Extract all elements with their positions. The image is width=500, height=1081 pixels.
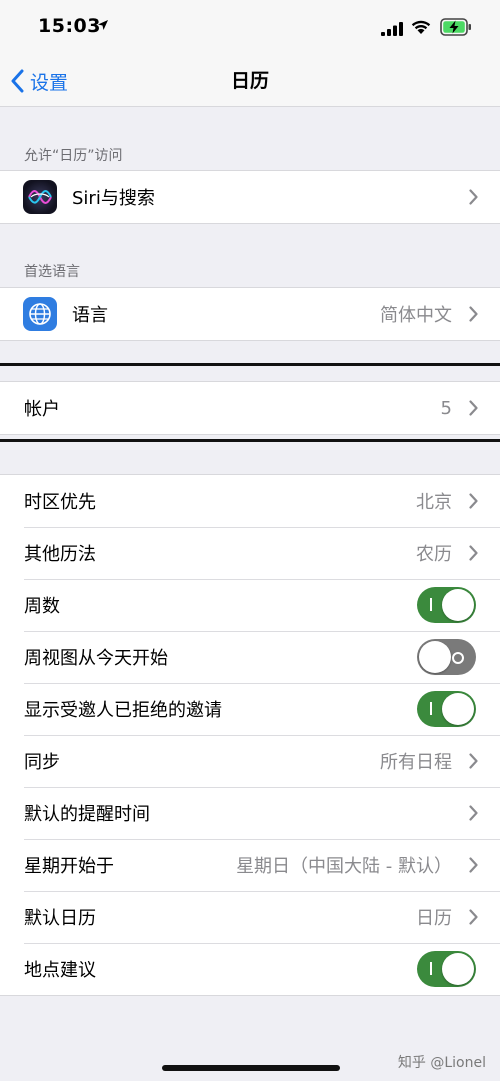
location-suggestions-row: 地点建议 [0,943,500,995]
accounts-label: 帐户 [24,399,60,420]
location-suggestions-toggle[interactable] [417,951,476,987]
status-bar: 15:03 [0,0,500,58]
globe-icon [23,297,57,331]
chevron-right-icon [469,909,478,925]
calendar-settings-group: 时区优先 北京 其他历法 农历 周数 周视图从今天开始 显示受邀人已拒绝的邀请 [0,474,500,996]
default-alert-times-row[interactable]: 默认的提醒时间 [0,787,500,839]
toggle-knob [442,693,474,725]
sync-label: 同步 [24,752,60,773]
toggle-knob [442,953,474,985]
week-numbers-row: 周数 [0,579,500,631]
alternate-calendars-row[interactable]: 其他历法 农历 [0,527,500,579]
alternate-calendars-value: 农历 [416,544,452,565]
sync-row[interactable]: 同步 所有日程 [0,735,500,787]
default-calendar-value: 日历 [416,908,452,929]
divider-line [0,439,500,442]
toggle-knob [419,641,451,673]
navigation-bar: 设置 日历 [0,58,500,107]
page-title: 日历 [230,70,269,92]
siri-search-row[interactable]: Siri与搜索 [0,171,500,223]
default-calendar-row[interactable]: 默认日历 日历 [0,891,500,943]
default-calendar-label: 默认日历 [24,908,96,929]
language-row[interactable]: 语言 简体中文 [0,288,500,340]
access-group: Siri与搜索 [0,170,500,224]
language-label: 语言 [72,305,108,326]
start-week-on-value: 星期日（中国大陆 - 默认） [236,856,452,877]
week-view-starts-today-row: 周视图从今天开始 [0,631,500,683]
battery-charging-icon [440,18,471,36]
location-suggestions-label: 地点建议 [24,960,96,981]
accounts-value: 5 [440,397,452,419]
chevron-right-icon [469,493,478,509]
timezone-override-row[interactable]: 时区优先 北京 [0,475,500,527]
timezone-value: 北京 [416,492,452,513]
chevron-right-icon [469,753,478,769]
home-indicator[interactable] [162,1065,340,1071]
show-declined-events-row: 显示受邀人已拒绝的邀请 [0,683,500,735]
week-numbers-toggle[interactable] [417,587,476,623]
watermark: 知乎 @Lionel [397,1055,486,1071]
accounts-group: 帐户 5 [0,381,500,435]
chevron-right-icon [469,189,478,205]
toggle-off-mark [452,652,464,664]
alternate-calendars-label: 其他历法 [24,544,96,565]
wifi-icon [411,20,431,34]
chevron-right-icon [469,857,478,873]
week-view-starts-today-label: 周视图从今天开始 [24,648,168,669]
chevron-right-icon [469,805,478,821]
cellular-signal-icon [381,22,403,36]
toggle-on-mark [430,702,432,715]
show-declined-events-toggle[interactable] [417,691,476,727]
chevron-right-icon [469,400,478,416]
language-group: 语言 简体中文 [0,287,500,341]
section-header-language: 首选语言 [24,264,80,280]
week-view-starts-today-toggle[interactable] [417,639,476,675]
toggle-on-mark [430,598,432,611]
siri-icon [23,180,57,214]
timezone-label: 时区优先 [24,492,96,513]
siri-search-label: Siri与搜索 [72,188,155,209]
toggle-on-mark [430,962,432,975]
chevron-right-icon [469,306,478,322]
toggle-knob [442,589,474,621]
start-week-on-label: 星期开始于 [24,856,114,877]
show-declined-events-label: 显示受邀人已拒绝的邀请 [24,700,222,721]
start-week-on-row[interactable]: 星期开始于 星期日（中国大陆 - 默认） [0,839,500,891]
location-arrow-icon [98,20,108,30]
divider-line [0,363,500,366]
sync-value: 所有日程 [380,752,452,773]
status-time: 15:03 [38,15,101,37]
section-header-access: 允许“日历”访问 [24,148,123,164]
language-value: 简体中文 [380,305,452,326]
default-alert-times-label: 默认的提醒时间 [24,804,150,825]
accounts-row[interactable]: 帐户 5 [0,382,500,434]
week-numbers-label: 周数 [24,596,60,617]
chevron-right-icon [469,545,478,561]
